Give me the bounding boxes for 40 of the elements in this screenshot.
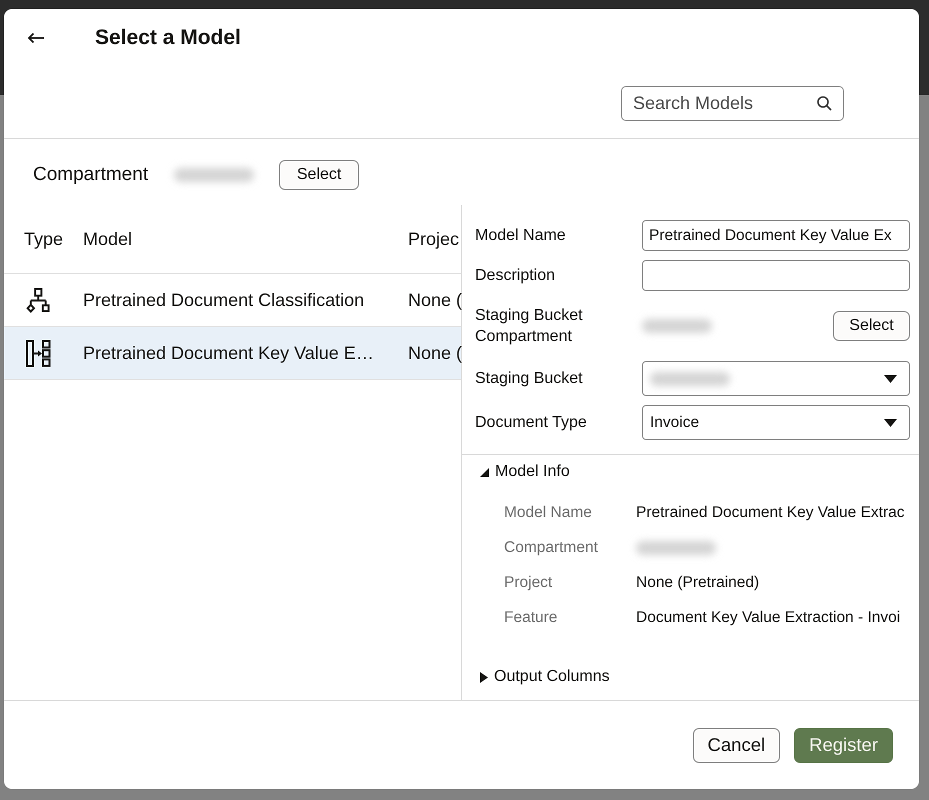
cancel-button[interactable]: Cancel: [692, 728, 780, 762]
info-label: Model Name: [504, 504, 593, 522]
search-icon: [817, 96, 832, 111]
dropdown-field[interactable]: Invoice: [642, 405, 910, 440]
info-label: Compartment: [504, 538, 599, 556]
info-value: Pretrained Document Key Value Extrac: [636, 504, 906, 522]
info-value: None (Pretrained): [636, 574, 760, 592]
back-arrow-icon: [27, 32, 45, 44]
text-input-field[interactable]: [642, 260, 910, 291]
dialog-title: Select a Model: [95, 27, 241, 49]
field-label: Description: [475, 266, 556, 286]
column-header: Type: [24, 228, 64, 250]
column-header: Model: [83, 228, 134, 250]
dropdown-field[interactable]: [642, 361, 910, 396]
project-cell: None (: [408, 290, 462, 310]
extraction-icon: [26, 340, 51, 366]
back-button[interactable]: [27, 31, 45, 45]
column-header: Projec: [408, 228, 460, 250]
model-name-cell-text: Pretrained Document Classification: [83, 290, 366, 310]
section-toggle[interactable]: Output Columns: [480, 667, 610, 687]
hierarchy-icon: [26, 286, 51, 314]
info-label: Project: [504, 574, 554, 592]
caret-down-icon: [884, 418, 897, 426]
register-button[interactable]: Register: [794, 728, 893, 762]
caret-down-icon: [884, 374, 897, 382]
field-label: Staging Bucket: [475, 369, 584, 389]
field-label: Model Name: [475, 226, 567, 246]
project-cell: None (: [408, 342, 462, 364]
field-label: Staging Bucket Compartment: [475, 306, 584, 347]
search-field[interactable]: Search Models: [621, 86, 844, 121]
select-button[interactable]: Select: [833, 311, 910, 341]
field-label: Document Type: [475, 413, 588, 433]
text-input-field[interactable]: Pretrained Document Key Value Ex: [642, 220, 910, 251]
compartment-label: Compartment: [33, 164, 148, 186]
select-button[interactable]: Select: [279, 160, 360, 190]
info-label: Feature: [504, 608, 558, 626]
info-value: Document Key Value Extraction - Invoi: [636, 608, 902, 626]
table-row[interactable]: Pretrained Document Key Value E… None (: [4, 327, 461, 380]
section-toggle[interactable]: Model Info: [480, 462, 570, 482]
model-name-cell-text: Pretrained Document Key Value E…: [83, 342, 375, 364]
